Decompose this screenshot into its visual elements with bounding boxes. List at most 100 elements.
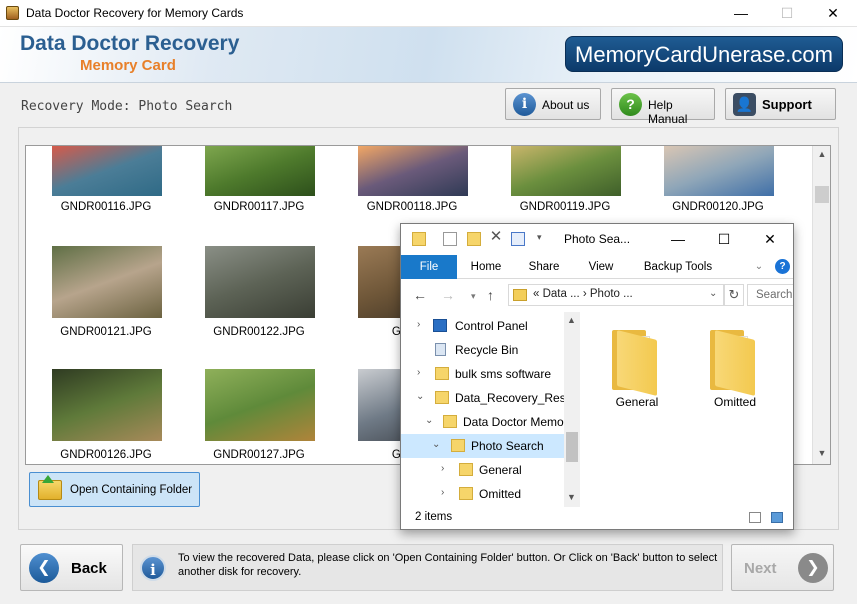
large-icons-view-icon[interactable] [771, 512, 783, 523]
photo-thumbnail[interactable] [358, 146, 468, 196]
open-containing-folder-button[interactable]: Open Containing Folder [29, 472, 200, 507]
thumbnail-item[interactable]: GNDR00116.JPG [31, 146, 181, 253]
properties-icon[interactable] [443, 232, 457, 246]
recovery-mode-label: Recovery Mode: Photo Search [21, 99, 233, 114]
tab-home[interactable]: Home [461, 255, 511, 279]
tree-item-label: bulk sms software [455, 367, 552, 381]
app-title-bar: Data Doctor Recovery for Memory Cards — … [0, 0, 857, 27]
photo-thumbnail[interactable] [52, 246, 162, 318]
back-button[interactable]: ❮ Back [20, 544, 123, 591]
thumbnail-item[interactable]: GNDR00117.JPG [184, 146, 334, 253]
address-bar[interactable]: « Data ... › Photo ... ⌄ [508, 284, 724, 306]
folder-icon [443, 415, 457, 428]
navigation-pane[interactable]: › Control Panel Recycle Bin › bulk sms s… [401, 312, 581, 507]
next-button[interactable]: Next ❯ [731, 544, 834, 591]
tree-item-photo-search[interactable]: ⌄ Photo Search [401, 434, 565, 458]
recycle-bin-icon [435, 343, 446, 356]
scroll-down-icon[interactable]: ▼ [816, 448, 828, 462]
tree-item-recycle-bin[interactable]: Recycle Bin [401, 338, 565, 362]
tree-item-data-doctor-memory[interactable]: ⌄ Data Doctor Memo [401, 410, 565, 434]
open-containing-folder-label: Open Containing Folder [70, 484, 193, 496]
tree-item-control-panel[interactable]: › Control Panel [401, 314, 565, 338]
folder-item-general[interactable]: General [587, 328, 687, 418]
support-button[interactable]: 👤 Support [725, 88, 836, 120]
thumbnail-item[interactable]: GNDR00127.JPG [184, 369, 334, 464]
help-icon[interactable]: ? [775, 259, 790, 274]
photo-thumbnail[interactable] [205, 246, 315, 318]
scroll-up-icon[interactable]: ▲ [816, 149, 828, 163]
scroll-thumb[interactable] [566, 432, 578, 462]
tab-share[interactable]: Share [519, 255, 569, 279]
photo-thumbnail[interactable] [205, 369, 315, 441]
address-dropdown-icon[interactable]: ⌄ [709, 288, 717, 299]
tab-backup-tools[interactable]: Backup Tools [635, 255, 721, 279]
delete-icon[interactable]: ✕ [489, 229, 503, 244]
app-icon [6, 6, 19, 20]
navigation-pane-scrollbar[interactable]: ▲ ▼ [564, 312, 580, 507]
photo-thumbnail[interactable] [205, 146, 315, 196]
folder-icon [435, 367, 449, 380]
tab-file[interactable]: File [401, 255, 457, 279]
photo-thumbnail[interactable] [664, 146, 774, 196]
ribbon-tabs: File Home Share View Backup Tools ⌄ ? [401, 255, 793, 279]
chevron-down-icon[interactable]: ⌄ [432, 439, 440, 450]
customize-quick-access-icon[interactable]: ▾ [537, 232, 551, 246]
photo-thumbnail[interactable] [52, 369, 162, 441]
explorer-maximize-button[interactable]: ☐ [701, 224, 747, 255]
about-us-button[interactable]: i About us [505, 88, 601, 120]
scroll-up-icon[interactable]: ▲ [567, 315, 576, 325]
brand-subtitle: Memory Card [80, 57, 176, 74]
toolbar: Recovery Mode: Photo Search i About us ?… [0, 84, 857, 126]
arrow-up-icon [42, 475, 54, 483]
search-input[interactable]: Search [747, 284, 793, 306]
explorer-minimize-button[interactable]: — [655, 224, 701, 255]
instruction-box: i To view the recovered Data, please cli… [132, 544, 723, 591]
back-arrow-icon[interactable]: ← [413, 287, 427, 303]
thumbnail-item[interactable]: GNDR00126.JPG [31, 369, 181, 464]
file-explorer-window[interactable]: ✕ ▾ Photo Sea... — ☐ ✕ File Home Share V… [400, 223, 794, 530]
close-button[interactable]: ✕ [810, 0, 856, 27]
minimize-button[interactable]: — [718, 0, 764, 27]
folder-item-omitted[interactable]: Omitted [685, 328, 785, 418]
tree-item-omitted[interactable]: › Omitted [401, 482, 565, 506]
folder-icon [459, 463, 473, 476]
tree-item-bulk-sms-software[interactable]: › bulk sms software [401, 362, 565, 386]
forward-arrow-icon[interactable]: → [441, 287, 455, 303]
chevron-right-icon[interactable]: › [417, 367, 420, 378]
info-icon: i [513, 93, 536, 116]
tree-item-label: Data Doctor Memo [463, 415, 564, 429]
chevron-right-icon[interactable]: › [441, 463, 444, 474]
rename-icon[interactable] [511, 232, 525, 246]
explorer-window-title: Photo Sea... [564, 232, 631, 246]
up-arrow-icon[interactable]: ↑ [487, 287, 494, 303]
new-folder-icon[interactable] [467, 232, 481, 246]
photo-thumbnail[interactable] [52, 146, 162, 196]
thumbnail-item[interactable]: GNDR00122.JPG [184, 246, 334, 356]
navigation-bar: ← → ▾ ↑ « Data ... › Photo ... ⌄ ↻ Searc… [401, 279, 793, 311]
tree-item-general[interactable]: › General [401, 458, 565, 482]
scroll-down-icon[interactable]: ▼ [567, 492, 576, 502]
support-person-icon: 👤 [733, 93, 756, 116]
explorer-close-button[interactable]: ✕ [747, 224, 793, 255]
chevron-right-icon[interactable]: › [441, 487, 444, 498]
tree-item-label: Data_Recovery_Resu [455, 391, 573, 405]
scroll-thumb[interactable] [815, 186, 829, 203]
brand-title: Data Doctor Recovery [20, 32, 240, 55]
refresh-icon[interactable]: ↻ [724, 284, 744, 306]
support-label: Support [762, 97, 812, 112]
tab-view[interactable]: View [577, 255, 625, 279]
tree-item-label: Control Panel [455, 319, 528, 333]
chevron-down-icon[interactable]: ⌄ [416, 391, 424, 402]
gallery-scrollbar[interactable]: ▲ ▼ [812, 146, 830, 464]
ribbon-expand-icon[interactable]: ⌄ [751, 255, 767, 279]
folder-icon [513, 289, 527, 301]
maximize-button[interactable]: ☐ [764, 0, 810, 27]
thumbnail-item[interactable]: GNDR00121.JPG [31, 246, 181, 356]
recent-locations-icon[interactable]: ▾ [471, 291, 476, 302]
help-manual-button[interactable]: ? Help Manual [611, 88, 715, 126]
photo-thumbnail[interactable] [511, 146, 621, 196]
details-view-icon[interactable] [749, 512, 761, 523]
tree-item-data-recovery-results[interactable]: ⌄ Data_Recovery_Resu [401, 386, 572, 410]
chevron-down-icon[interactable]: ⌄ [425, 415, 433, 426]
chevron-right-icon[interactable]: › [417, 319, 420, 330]
